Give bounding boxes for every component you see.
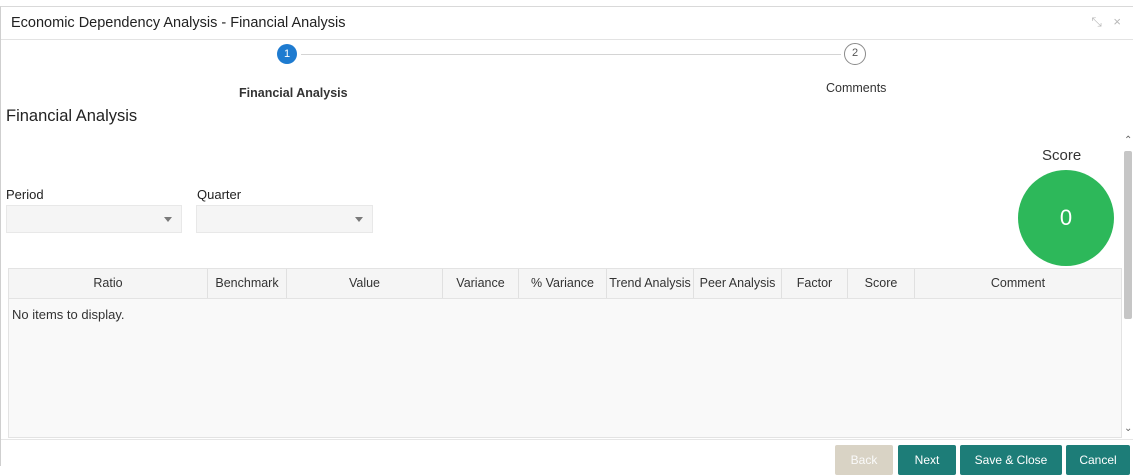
window-title: Economic Dependency Analysis - Financial… <box>11 15 346 31</box>
step-2-label[interactable]: Comments <box>826 81 886 95</box>
window-controls: ⤡ × <box>1091 14 1125 30</box>
table-header: Ratio Benchmark Value Variance % Varianc… <box>9 269 1121 299</box>
score-badge: 0 <box>1018 170 1114 266</box>
save-close-button[interactable]: Save & Close <box>960 445 1062 475</box>
quarter-label: Quarter <box>197 187 242 202</box>
column-header-percent-variance[interactable]: % Variance <box>519 269 607 298</box>
empty-table-message: No items to display. <box>12 307 125 322</box>
column-header-comment[interactable]: Comment <box>915 269 1121 298</box>
step-2-indicator[interactable]: 2 <box>844 43 866 65</box>
section-title: Financial Analysis <box>6 107 138 125</box>
score-label: Score <box>1042 147 1082 164</box>
stepper-connector <box>301 54 841 55</box>
scroll-up-icon[interactable]: ⌃ <box>1124 135 1132 146</box>
step-1-label[interactable]: Financial Analysis <box>239 86 348 100</box>
column-header-ratio[interactable]: Ratio <box>9 269 208 298</box>
dialog-window: Economic Dependency Analysis - Financial… <box>0 6 1133 475</box>
ratio-table: Ratio Benchmark Value Variance % Varianc… <box>8 268 1122 438</box>
column-header-variance[interactable]: Variance <box>443 269 519 298</box>
chevron-down-icon <box>164 217 172 222</box>
chevron-down-icon <box>355 217 363 222</box>
scroll-thumb[interactable] <box>1124 151 1132 319</box>
column-header-peer-analysis[interactable]: Peer Analysis <box>694 269 782 298</box>
period-label: Period <box>6 187 44 202</box>
scroll-down-icon[interactable]: ⌄ <box>1124 423 1132 434</box>
column-header-factor[interactable]: Factor <box>782 269 848 298</box>
minimize-icon[interactable]: ⤡ <box>1091 14 1105 30</box>
vertical-scrollbar[interactable]: ⌃ ⌄ <box>1122 135 1133 437</box>
close-icon[interactable]: × <box>1113 14 1125 29</box>
table-body: No items to display. <box>9 299 1121 437</box>
step-1-indicator[interactable]: 1 <box>277 44 297 64</box>
column-header-trend-analysis[interactable]: Trend Analysis <box>607 269 694 298</box>
cancel-button[interactable]: Cancel <box>1066 445 1130 475</box>
period-select[interactable] <box>6 205 182 233</box>
wizard-stepper: 1 2 Financial Analysis Comments <box>1 41 1133 101</box>
title-bar: Economic Dependency Analysis - Financial… <box>1 7 1133 40</box>
next-button[interactable]: Next <box>898 445 956 475</box>
column-header-benchmark[interactable]: Benchmark <box>208 269 287 298</box>
column-header-score[interactable]: Score <box>848 269 915 298</box>
footer-bar: Back Next Save & Close Cancel <box>1 439 1133 475</box>
column-header-value[interactable]: Value <box>287 269 443 298</box>
quarter-select[interactable] <box>196 205 373 233</box>
back-button[interactable]: Back <box>835 445 893 475</box>
